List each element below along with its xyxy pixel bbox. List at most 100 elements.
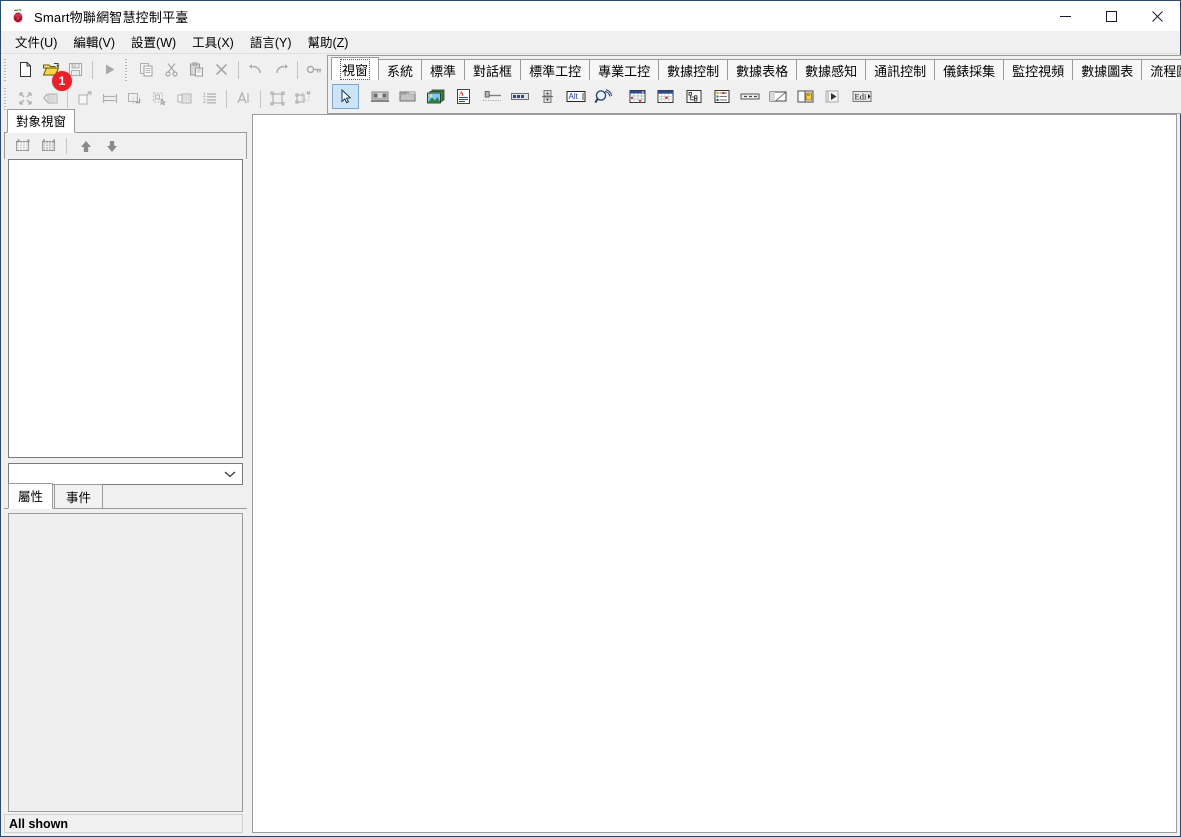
menu-item-file[interactable]: 文件(U) xyxy=(7,30,65,54)
play-frame-icon xyxy=(825,90,839,103)
data-grid-tool-button[interactable] xyxy=(624,84,651,109)
minimize-button[interactable] xyxy=(1042,1,1088,31)
delete-button[interactable] xyxy=(209,58,234,82)
menu-item-help[interactable]: 幫助(Z) xyxy=(300,30,357,54)
redo-button[interactable] xyxy=(268,58,293,82)
calendar-tool-button[interactable] xyxy=(652,84,679,109)
tab-object-window[interactable]: 對象視窗 xyxy=(7,109,76,133)
key-button[interactable] xyxy=(302,58,327,82)
toolbox-tab-flow-chart[interactable]: 流程圖表 xyxy=(1141,59,1181,80)
object-list[interactable] xyxy=(8,159,243,458)
move-up-button[interactable] xyxy=(73,135,99,157)
tree-view-tool-button[interactable] xyxy=(680,84,707,109)
toolbox-tab-standard[interactable]: 標準 xyxy=(421,59,466,80)
status-text: All shown xyxy=(9,816,69,831)
calendar-icon xyxy=(657,90,674,103)
menu-item-tools[interactable]: 工具(X) xyxy=(184,30,242,54)
toolbox-tab-instrument[interactable]: 儀錶採集 xyxy=(934,59,1005,80)
size-box-button[interactable] xyxy=(122,87,147,111)
edit-more-tool-button[interactable]: Edi xyxy=(848,84,875,109)
remove-object-button[interactable] xyxy=(36,135,62,157)
image-layers-tool-button[interactable] xyxy=(422,84,449,109)
list-order-button[interactable]: 1 2 xyxy=(197,87,222,111)
rich-text-tool-button[interactable]: A xyxy=(450,84,477,109)
minimize-icon xyxy=(1059,15,1071,17)
play-frame-tool-button[interactable] xyxy=(820,84,847,109)
toolbox-tab-data-sensing[interactable]: 數據感知 xyxy=(796,59,867,80)
maximize-icon xyxy=(1105,10,1117,22)
add-grid-object-icon xyxy=(16,139,30,151)
ungroup-button[interactable] xyxy=(290,87,315,111)
property-grid[interactable] xyxy=(8,513,243,812)
add-object-button[interactable] xyxy=(10,135,36,157)
list-view-tool-button[interactable] xyxy=(708,84,735,109)
cut-button[interactable] xyxy=(159,58,184,82)
menu-item-language[interactable]: 語言(Y) xyxy=(242,30,300,54)
toolbar-separator xyxy=(92,60,93,79)
progress-tool-button[interactable] xyxy=(506,84,533,109)
same-width-icon xyxy=(102,94,117,103)
toolbar-separator-3 xyxy=(297,60,298,79)
spinner-tool-button[interactable] xyxy=(534,84,561,109)
image-layers-icon xyxy=(426,89,444,104)
copy-button[interactable] xyxy=(134,58,159,82)
alt-key-tool-button[interactable]: Alt xyxy=(562,84,589,109)
status-strip-tool-button[interactable] xyxy=(736,84,763,109)
toolbar-gripper-3[interactable] xyxy=(4,87,11,110)
select-box-button[interactable] xyxy=(147,87,172,111)
toolbox-tab-data-control[interactable]: 數據控制 xyxy=(658,59,729,80)
slider-tool-button[interactable] xyxy=(478,84,505,109)
object-select-combo[interactable] xyxy=(8,463,243,485)
new-document-icon xyxy=(20,62,31,77)
toolbar-gripper-2[interactable] xyxy=(125,58,132,81)
main-toolbar: 1 1 2 xyxy=(1,55,327,114)
move-down-button[interactable] xyxy=(99,135,125,157)
toolbox-tab-communication[interactable]: 通訊控制 xyxy=(865,59,936,80)
toolbox-tab-video[interactable]: 監控視頻 xyxy=(1003,59,1074,80)
run-button[interactable] xyxy=(97,58,122,82)
page-tab-tool-button[interactable] xyxy=(792,84,819,109)
menu-item-edit[interactable]: 編輯(V) xyxy=(65,30,123,54)
window-title: Smart物聯網智慧控制平臺 xyxy=(34,9,189,25)
object-toolbar-separator xyxy=(66,138,67,154)
toolbox-tab-window[interactable]: 視窗 xyxy=(331,57,380,80)
arrow-up-icon xyxy=(81,140,91,152)
align-grid-button[interactable] xyxy=(172,87,197,111)
maximize-button[interactable] xyxy=(1088,1,1134,31)
toolbox-tab-data-chart[interactable]: 數據圖表 xyxy=(1072,59,1143,80)
tab-events[interactable]: 事件 xyxy=(54,484,104,509)
pointer-tool-button[interactable] xyxy=(332,84,359,109)
toolbox-panel: 視窗 系統 標準 對話框 標準工控 專業工控 數據控制 數據表格 數據感知 通訊… xyxy=(327,55,1181,114)
paste-button[interactable] xyxy=(184,58,209,82)
split-panel-tool-button[interactable] xyxy=(764,84,791,109)
shrink-button[interactable] xyxy=(13,87,38,111)
toolbox-tab-professional-industrial[interactable]: 專業工控 xyxy=(589,59,660,80)
shrink-arrows-icon xyxy=(19,92,32,105)
svg-text:A: A xyxy=(459,91,464,98)
toolbar-gripper[interactable] xyxy=(4,58,11,81)
x-delete-icon xyxy=(215,63,228,76)
window-form-tool-button[interactable] xyxy=(366,84,393,109)
toolbox-tab-standard-industrial[interactable]: 標準工控 xyxy=(520,59,591,80)
magnifier-icon xyxy=(594,89,612,104)
status-strip-icon xyxy=(740,93,759,100)
same-width-button[interactable] xyxy=(97,87,122,111)
menu-item-settings[interactable]: 設置(W) xyxy=(123,30,184,54)
alt-key-icon: Alt xyxy=(566,91,585,102)
group-button[interactable] xyxy=(265,87,290,111)
toolbox-tab-dialog[interactable]: 對話框 xyxy=(464,59,522,80)
text-format-button[interactable] xyxy=(231,87,256,111)
zoom-tool-button[interactable] xyxy=(590,84,617,109)
undo-button[interactable] xyxy=(243,58,268,82)
copy-layout-button[interactable] xyxy=(72,87,97,111)
close-button[interactable] xyxy=(1134,1,1180,31)
toolbox-tab-data-table[interactable]: 數據表格 xyxy=(727,59,798,80)
toolbox-tab-system[interactable]: 系統 xyxy=(378,59,423,80)
list-view-icon xyxy=(714,90,729,103)
design-canvas[interactable] xyxy=(252,114,1177,833)
new-file-button[interactable] xyxy=(13,58,38,82)
tab-properties[interactable]: 屬性 xyxy=(8,483,54,509)
toolbox-items-row: A Alt Edi xyxy=(328,79,1181,113)
rich-text-document-icon: A xyxy=(457,89,470,104)
panel-tool-button[interactable] xyxy=(394,84,421,109)
